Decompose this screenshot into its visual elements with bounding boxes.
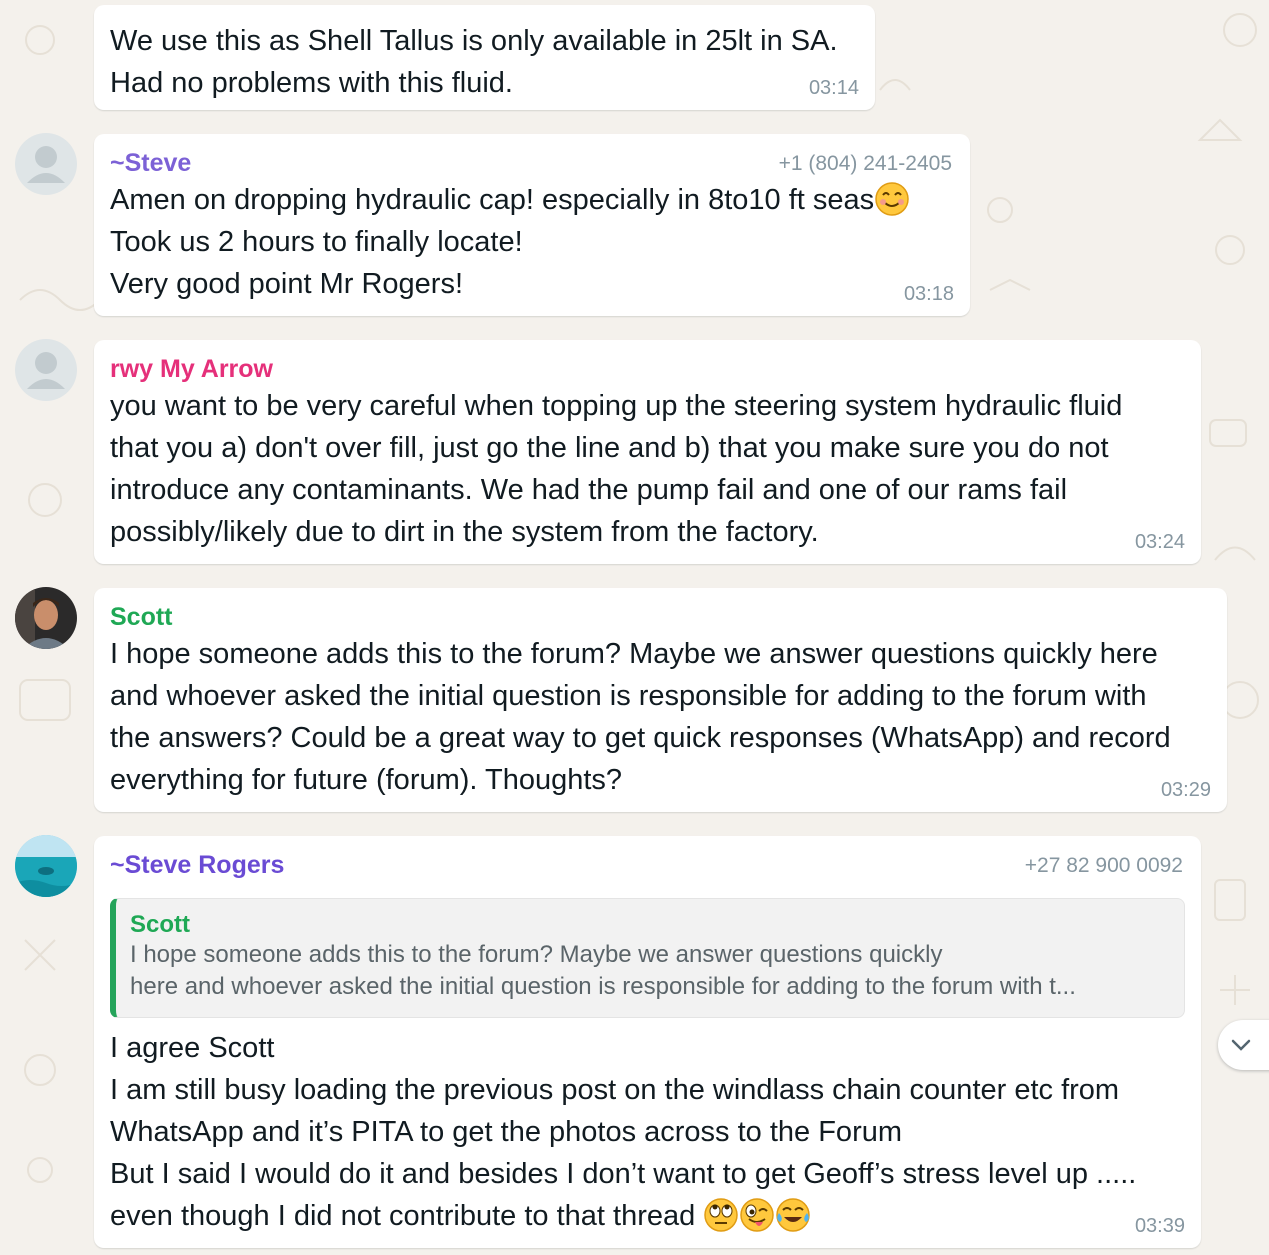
quoted-text: here and whoever asked the initial quest… bbox=[130, 973, 1076, 1000]
message-text: We use this as Shell Tallus is only avai… bbox=[110, 25, 838, 57]
quoted-message[interactable]: Scott I hope someone adds this to the fo… bbox=[110, 898, 1185, 1018]
message-text: you want to be very careful when topping… bbox=[110, 390, 1123, 422]
message-text: the answers? Could be a great way to get… bbox=[110, 722, 1171, 754]
tears-of-joy-emoji bbox=[776, 1198, 811, 1232]
default-avatar-icon bbox=[27, 146, 65, 183]
profile-photo bbox=[15, 587, 77, 649]
winking-tongue-emoji bbox=[740, 1198, 775, 1232]
message-text: But I said I would do it and besides I d… bbox=[110, 1158, 1137, 1190]
avatar[interactable] bbox=[15, 835, 77, 897]
message-bubble[interactable]: ~Steve Rogers +27 82 900 0092 Scott I ho… bbox=[94, 836, 1201, 1248]
sender-phone: +1 (804) 241-2405 bbox=[778, 152, 952, 175]
default-avatar-icon bbox=[27, 352, 65, 389]
sender-name[interactable]: Scott bbox=[110, 602, 173, 632]
avatar[interactable] bbox=[15, 339, 77, 401]
message-text: Took us 2 hours to finally locate! bbox=[110, 226, 523, 258]
message-text: everything for future (forum). Thoughts? bbox=[110, 764, 623, 796]
message-timestamp: 03:24 bbox=[1134, 531, 1185, 553]
avatar[interactable] bbox=[15, 587, 77, 649]
quoted-sender: Scott bbox=[130, 911, 190, 938]
message-timestamp: 03:14 bbox=[808, 77, 859, 99]
message-text: I hope someone adds this to the forum? M… bbox=[110, 638, 1158, 670]
message-text: I am still busy loading the previous pos… bbox=[110, 1074, 1120, 1106]
profile-photo bbox=[15, 835, 77, 897]
message-timestamp: 03:39 bbox=[1134, 1215, 1185, 1237]
message-text: Had no problems with this fluid. bbox=[110, 67, 513, 99]
message-timestamp: 03:18 bbox=[903, 283, 954, 305]
eye-roll-emoji bbox=[704, 1198, 739, 1232]
message-text: and whoever asked the initial question i… bbox=[110, 680, 1147, 712]
sender-name[interactable]: ~Steve bbox=[110, 148, 191, 178]
message-text: possibly/likely due to dirt in the syste… bbox=[110, 516, 819, 548]
sender-name[interactable]: ~Steve Rogers bbox=[110, 850, 284, 880]
message-text: Amen on dropping hydraulic cap! especial… bbox=[110, 184, 875, 216]
avatar[interactable] bbox=[15, 133, 77, 195]
message-text: introduce any contaminants. We had the p… bbox=[110, 474, 1068, 506]
message-bubble[interactable]: Scott I hope someone adds this to the fo… bbox=[94, 588, 1227, 812]
message-bubble[interactable]: ~Steve +1 (804) 241-2405 Amen on droppin… bbox=[94, 134, 970, 316]
message-bubble[interactable]: We use this as Shell Tallus is only avai… bbox=[94, 5, 875, 110]
sender-phone: +27 82 900 0092 bbox=[1024, 854, 1183, 877]
message-text: WhatsApp and it’s PITA to get the photos… bbox=[110, 1116, 903, 1148]
message-text: Very good point Mr Rogers! bbox=[110, 268, 464, 300]
message-timestamp: 03:29 bbox=[1160, 779, 1211, 801]
message-text: I agree Scott bbox=[110, 1032, 275, 1064]
sender-name[interactable]: rwy My Arrow bbox=[110, 354, 273, 384]
quoted-text: I hope someone adds this to the forum? M… bbox=[130, 941, 943, 968]
message-text: even though I did not contribute to that… bbox=[110, 1200, 696, 1232]
smiling-face-emoji bbox=[875, 182, 909, 216]
message-text: that you a) don't over fill, just go the… bbox=[110, 432, 1109, 464]
scroll-to-bottom-button[interactable] bbox=[1218, 1020, 1269, 1070]
chevron-down-icon bbox=[1231, 1039, 1251, 1051]
message-bubble[interactable]: rwy My Arrow you want to be very careful… bbox=[94, 340, 1201, 564]
